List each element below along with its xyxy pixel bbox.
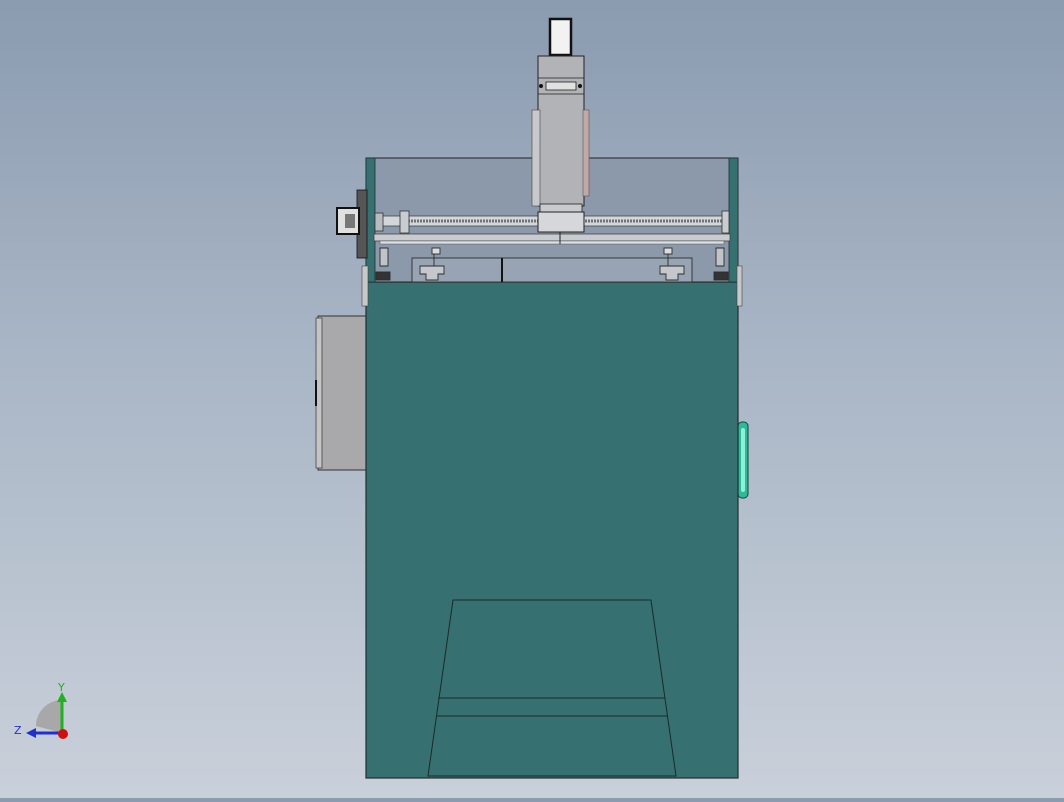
right-knob[interactable] xyxy=(737,421,749,499)
spindle-column[interactable] xyxy=(531,17,590,244)
machine-model-drawing: Y Z xyxy=(14,17,749,779)
triad-z-label: Z xyxy=(14,724,22,737)
triad-y-label: Y xyxy=(57,681,65,694)
machine-main-body[interactable] xyxy=(365,281,739,779)
side-motor-housing[interactable] xyxy=(315,315,367,471)
cad-model-viewport[interactable]: Y Z xyxy=(0,0,1064,798)
coordinate-triad: Y Z xyxy=(14,681,68,739)
